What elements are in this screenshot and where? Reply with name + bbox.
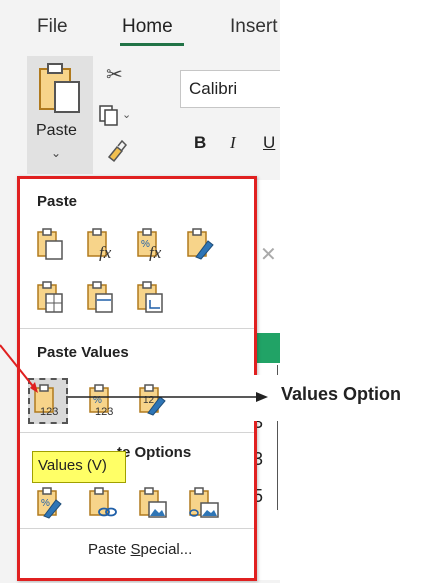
annotation-arrows xyxy=(0,344,268,402)
red-pointer-arrow xyxy=(0,344,37,391)
callout-arrow-head xyxy=(256,392,268,402)
callout-label: Values Option xyxy=(281,384,402,404)
